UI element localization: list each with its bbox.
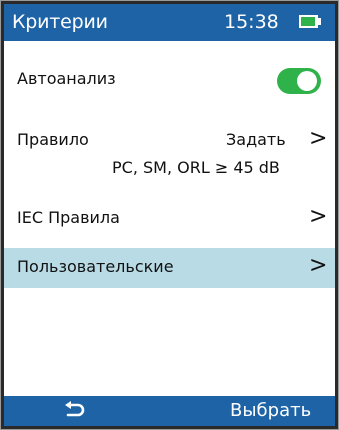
rule-label: Правило — [17, 130, 89, 149]
auto-analysis-toggle[interactable] — [277, 68, 321, 94]
rule-row[interactable]: Правило Задать > PC, SM, ORL ≥ 45 dB — [4, 122, 335, 192]
screen-title: Критерии — [12, 11, 108, 33]
auto-analysis-label: Автоанализ — [17, 69, 116, 88]
device-frame: Критерии 15:38 Автоанализ Правило Задать… — [0, 0, 339, 430]
chevron-right-icon: > — [309, 126, 328, 151]
custom-rules-row[interactable]: Пользовательские > — [4, 248, 335, 288]
clock: 15:38 — [224, 11, 279, 33]
back-arrow-icon[interactable] — [62, 400, 88, 422]
iec-rules-row[interactable]: IEC Правила > — [4, 196, 335, 248]
auto-analysis-row[interactable]: Автоанализ — [4, 59, 335, 99]
chevron-right-icon: > — [309, 253, 328, 278]
custom-rules-label: Пользовательские — [17, 257, 174, 276]
screen: Критерии 15:38 Автоанализ Правило Задать… — [4, 4, 335, 426]
chevron-right-icon: > — [309, 204, 328, 229]
iec-rules-label: IEC Правила — [17, 208, 120, 227]
footer-bar: Выбрать — [4, 396, 335, 426]
toggle-knob — [297, 71, 317, 91]
select-button[interactable]: Выбрать — [230, 400, 311, 421]
battery-icon — [299, 15, 321, 28]
header-bar: Критерии 15:38 — [4, 4, 335, 41]
rule-detail: PC, SM, ORL ≥ 45 dB — [112, 158, 280, 177]
rule-action: Задать — [226, 130, 286, 149]
